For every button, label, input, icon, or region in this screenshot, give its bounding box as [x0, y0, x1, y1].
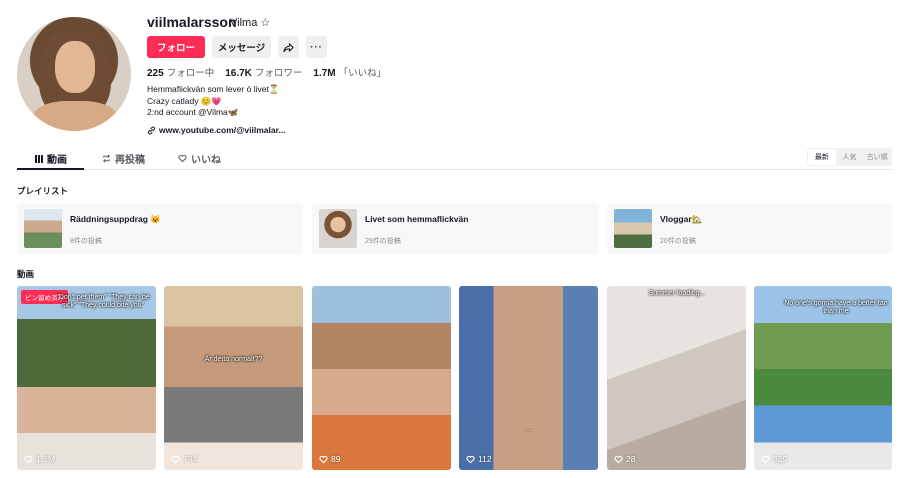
tab-likes[interactable]: いいね: [178, 151, 221, 166]
playlist-title: Livet som hemmaflickvän: [365, 214, 469, 224]
video-caption: ...: [526, 426, 532, 433]
playlist-thumbnail: [24, 209, 62, 248]
view-count: 329: [761, 454, 787, 464]
heart-icon: [466, 455, 475, 463]
heart-icon: [319, 455, 328, 463]
playlists-heading: プレイリスト: [17, 186, 69, 196]
video-thumbnail[interactable]: No one's gonna have a better tan than me…: [754, 286, 892, 470]
playlist-thumbnail: [614, 209, 652, 248]
sort-oldest[interactable]: 古い順: [863, 149, 891, 165]
playlist-title: Räddningsuppdrag 😺: [70, 214, 161, 224]
profile-tabs: 動画 再投稿 いいね: [17, 146, 892, 170]
share-button[interactable]: [278, 36, 299, 58]
bio-line: Hemmaflickvän som lever ö livet⏳: [147, 84, 280, 94]
video-thumbnail[interactable]: ... 112: [459, 286, 598, 470]
tab-videos[interactable]: 動画: [35, 151, 67, 166]
playlist-card[interactable]: Livet som hemmaflickvän 29件の投稿: [312, 204, 599, 254]
profile-avatar[interactable]: [17, 17, 131, 131]
sort-latest[interactable]: 最新: [808, 149, 836, 165]
playlist-title: Vloggar🏡: [660, 214, 703, 224]
view-count: 794: [171, 454, 197, 464]
video-caption: Summer loading...: [648, 290, 706, 297]
profile-username: viilmalarsson: [147, 14, 237, 30]
video-thumbnail[interactable]: 89: [312, 286, 451, 470]
more-options-button[interactable]: ···: [306, 36, 327, 58]
video-thumbnail[interactable]: Summer loading... 28: [607, 286, 746, 470]
profile-link[interactable]: www.youtube.com/@viilmalar...: [147, 125, 286, 135]
sort-toggle: 最新 人気 古い順: [807, 148, 892, 166]
video-caption: Är detta normalt??: [204, 356, 263, 363]
video-thumbnail[interactable]: Är detta normalt?? 794: [164, 286, 303, 470]
bio-line: Crazy catlady 😊💗: [147, 95, 223, 106]
playlist-card[interactable]: Räddningsuppdrag 😺 8件の投稿: [17, 204, 303, 254]
playlist-card[interactable]: Vloggar🏡 20件の投稿: [607, 204, 892, 254]
sort-popular[interactable]: 人気: [836, 149, 864, 165]
view-count: 112: [466, 454, 492, 464]
profile-nickname: Vilma ☆: [230, 17, 271, 29]
heart-icon: [614, 455, 623, 463]
playlist-count: 8件の投稿: [70, 238, 102, 245]
repost-icon: [103, 154, 110, 163]
profile-stats: 225 フォロー中 16.7K フォロワー 1.7M 「いいね」: [147, 65, 386, 79]
profile-bio: Hemmaflickvän som lever ö livet⏳ Crazy c…: [147, 84, 279, 119]
follow-button[interactable]: フォロー: [147, 36, 205, 58]
link-icon: [147, 126, 156, 134]
bio-line: 2:nd account @Vilma🦋: [147, 107, 239, 117]
video-thumbnail[interactable]: ピン留め済み "Don't pet them" "They can be sic…: [17, 286, 156, 470]
video-caption: "Don't pet them" "They can be sick" "The…: [56, 294, 150, 309]
heart-icon: [178, 154, 187, 163]
active-tab-indicator: [17, 168, 84, 170]
playlist-thumbnail: [319, 209, 357, 248]
view-count: 28: [614, 454, 635, 464]
view-count: 89: [319, 454, 340, 464]
following-stat[interactable]: 225 フォロー中: [147, 65, 214, 79]
message-button[interactable]: メッセージ: [212, 36, 271, 58]
share-icon: [283, 42, 294, 52]
likes-stat: 1.7M 「いいね」: [313, 68, 387, 79]
grid-icon: [35, 154, 43, 163]
playlist-count: 20件の投稿: [660, 238, 696, 245]
heart-icon: [171, 455, 180, 463]
heart-icon: [24, 455, 33, 463]
followers-stat[interactable]: 16.7K フォロワー: [225, 65, 302, 79]
video-caption: No one's gonna have a better tan than me: [784, 300, 888, 315]
tab-reposts[interactable]: 再投稿: [102, 151, 145, 166]
view-count: 1.3M: [24, 454, 55, 464]
heart-icon: [761, 455, 770, 463]
videos-heading: 動画: [17, 269, 35, 279]
playlist-count: 29件の投稿: [365, 238, 401, 245]
profile-link-text[interactable]: www.youtube.com/@viilmalar...: [159, 125, 286, 135]
